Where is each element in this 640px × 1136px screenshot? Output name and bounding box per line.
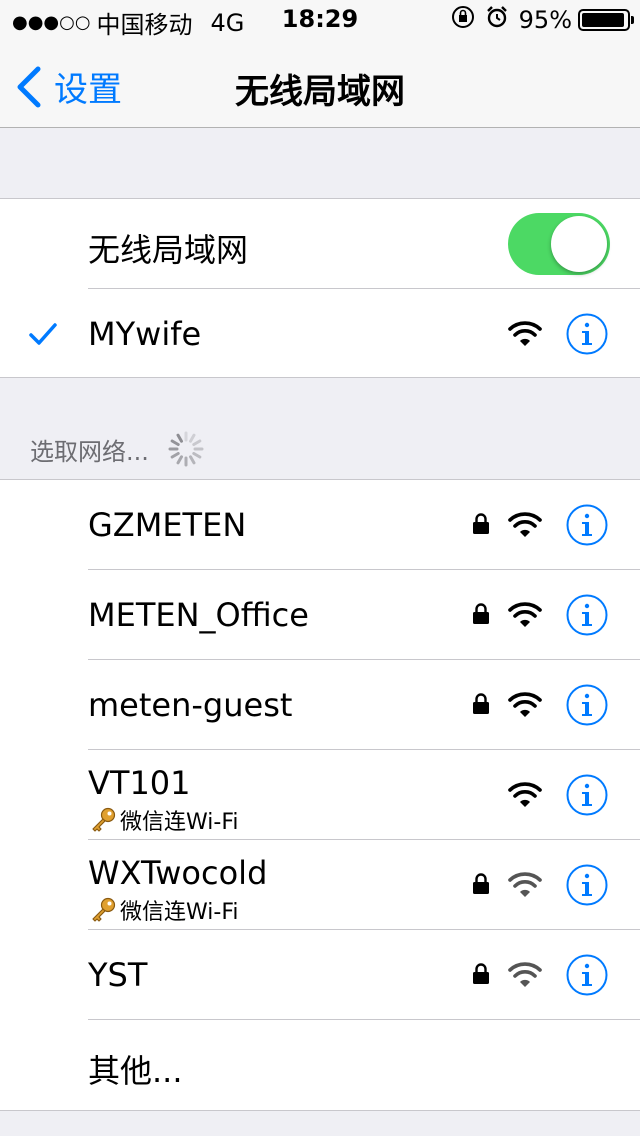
wifi-toggle-switch[interactable] [508,213,610,275]
battery-icon [578,9,634,31]
navigation-bar: 设置 无线局域网 [0,40,640,128]
section-header-label: 选取网络... [30,437,149,466]
network-subtitle: 微信连Wi-Fi [90,894,239,926]
toggle-knob [551,216,607,272]
network-row[interactable]: meten-guest [0,660,640,750]
lock-icon [472,963,490,985]
key-icon [92,897,116,922]
network-subtitle: 微信连Wi-Fi [90,804,239,836]
network-name: YST [88,956,148,994]
network-subtitle-label: 微信连Wi-Fi [120,900,239,925]
info-icon[interactable] [566,504,608,546]
network-row[interactable]: METEN_Office [0,570,640,660]
spinner-spoke [176,455,183,465]
lock-icon [472,603,490,625]
checkmark-icon [29,323,57,345]
spinner-spoke [188,433,196,443]
alarm-icon [485,5,509,35]
spinner-spoke [170,439,180,446]
wifi-signal-icon [508,321,542,347]
loading-spinner-icon [168,431,204,467]
battery-percent: 95% [518,6,572,34]
other-network-row[interactable]: 其他... [0,1020,640,1110]
network-row[interactable]: GZMETEN [0,480,640,570]
wifi-signal-icon [508,782,542,808]
choose-network-header: 选取网络... [30,430,205,468]
spinner-spoke [192,452,202,459]
spinner-spoke [170,452,180,459]
network-subtitle-label: 微信连Wi-Fi [120,810,239,835]
wifi-signal-icon [508,962,542,988]
wifi-toggle-label: 无线局域网 [88,231,249,269]
network-name: MYwife [88,315,202,353]
orientation-lock-icon [451,5,475,35]
battery-level [582,13,624,27]
info-icon[interactable] [566,954,608,996]
network-name: WXTwocold [88,854,268,892]
info-icon[interactable] [566,313,608,355]
wifi-toggle-row: 无线局域网 [0,199,640,289]
spinner-spoke [176,433,183,443]
network-name: GZMETEN [88,506,247,544]
info-icon[interactable] [566,864,608,906]
page-title: 无线局域网 [235,72,405,112]
status-right: 95% [451,5,634,35]
key-icon [92,807,116,832]
network-name: meten-guest [88,686,293,724]
status-bar: ●●●○○ 中国移动 4G 18:29 95% [0,0,640,40]
lock-icon [472,513,490,535]
spinner-spoke [192,439,202,446]
lock-icon [472,873,490,895]
network-name: VT101 [88,764,191,802]
spinner-spoke [188,455,196,465]
network-row[interactable]: WXTwocold 微信连Wi-Fi [0,840,640,930]
info-icon[interactable] [566,774,608,816]
network-name: METEN_Office [88,596,309,634]
other-network-label: 其他... [88,1052,183,1090]
wifi-signal-icon [508,512,542,538]
connected-network-row[interactable]: MYwife [0,289,640,377]
network-row[interactable]: YST [0,930,640,1020]
lock-icon [472,693,490,715]
info-icon[interactable] [566,594,608,636]
wifi-settings-group: 无线局域网 MYwife [0,198,640,378]
info-icon[interactable] [566,684,608,726]
wifi-signal-icon [508,872,542,898]
network-list: GZMETEN METEN_Office meten-guest VT101 微信连Wi… [0,479,640,1111]
network-row[interactable]: VT101 微信连Wi-Fi [0,750,640,840]
wifi-signal-icon [508,692,542,718]
wifi-signal-icon [508,602,542,628]
